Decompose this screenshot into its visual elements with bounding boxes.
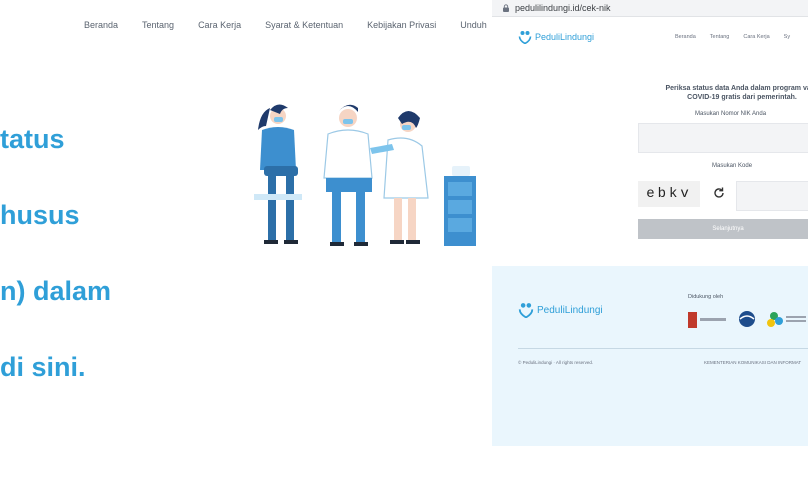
patient-man-figure	[323, 104, 373, 246]
site-logo[interactable]: PeduliLindungi	[518, 30, 594, 44]
hero-text-line-3: n) dalam	[0, 276, 112, 306]
form-title-line-1: Periksa status data Anda dalam program v…	[665, 85, 808, 92]
nav-link-tentang[interactable]: Tentang	[142, 20, 174, 30]
browser-window: pedulilindungi.id/cek-nik PeduliLindungi…	[492, 0, 808, 485]
site-nav: Beranda Tentang Cara Kerja Sy	[675, 34, 804, 40]
bumn-logo-icon	[767, 312, 806, 327]
vaccination-illustration	[254, 104, 476, 246]
form-title: Periksa status data Anda dalam program v…	[642, 84, 808, 102]
nik-input[interactable]	[638, 123, 808, 153]
ministry-health-logo-icon	[688, 312, 726, 328]
nurse-figure	[370, 111, 429, 244]
lock-icon	[503, 4, 509, 12]
hero-text-line-2: husus	[0, 200, 80, 230]
nav-link-privasi[interactable]: Kebijakan Privasi	[367, 20, 436, 30]
seated-woman-figure	[254, 104, 302, 244]
landing-page-panel: Beranda Tentang Cara Kerja Syarat & Kete…	[0, 0, 492, 485]
nik-label: Masukan Nomor NIK Anda	[695, 111, 767, 117]
site-nav-syarat[interactable]: Sy	[784, 34, 790, 40]
nav-link-beranda[interactable]: Beranda	[84, 20, 118, 30]
refresh-icon	[714, 187, 724, 198]
nav-link-cara-kerja[interactable]: Cara Kerja	[198, 20, 241, 30]
nav-link-unduh[interactable]: Unduh	[460, 20, 487, 30]
site-nav-cara-kerja[interactable]: Cara Kerja	[743, 34, 769, 40]
kominfo-logo-icon	[739, 311, 755, 327]
submit-button[interactable]: Selanjutnya	[638, 219, 808, 239]
site-nav-beranda[interactable]: Beranda	[675, 34, 696, 40]
code-label: Masukan Kode	[712, 163, 753, 169]
supported-by-label: Didukung oleh	[688, 294, 724, 300]
footer-logo-text: PeduliLindungi	[537, 304, 603, 316]
captcha-image: ebkv	[638, 181, 700, 207]
footer-logo-icon	[518, 303, 534, 318]
landing-top-nav: Beranda Tentang Cara Kerja Syarat & Kete…	[84, 20, 492, 30]
footer-divider	[518, 348, 808, 349]
form-title-line-2: COVID-19 gratis dari pemerintah.	[687, 94, 797, 101]
site-nav-tentang[interactable]: Tentang	[710, 34, 730, 40]
footer-logo[interactable]: PeduliLindungi	[518, 302, 603, 318]
refresh-captcha-icon[interactable]	[710, 184, 728, 202]
address-bar[interactable]: pedulilindungi.id/cek-nik	[492, 0, 808, 17]
code-input[interactable]	[736, 181, 808, 211]
nav-link-syarat[interactable]: Syarat & Ketentuan	[265, 20, 343, 30]
medical-cabinet	[444, 166, 476, 246]
site-footer: PeduliLindungi Didukung oleh © PeduliLin…	[492, 266, 808, 446]
ministry-text: KEMENTERIAN KOMUNIKASI DAN INFORMAT	[704, 360, 802, 365]
site-logo-text: PeduliLindungi	[535, 32, 595, 42]
pedulilindungi-logo-icon	[518, 31, 532, 44]
hero-text-line-4: di sini.	[0, 352, 86, 382]
url-text: pedulilindungi.id/cek-nik	[515, 3, 611, 13]
copyright-text: © PeduliLindungi · All rights reserved.	[518, 360, 594, 365]
hero-text-line-1: tatus	[0, 124, 65, 154]
